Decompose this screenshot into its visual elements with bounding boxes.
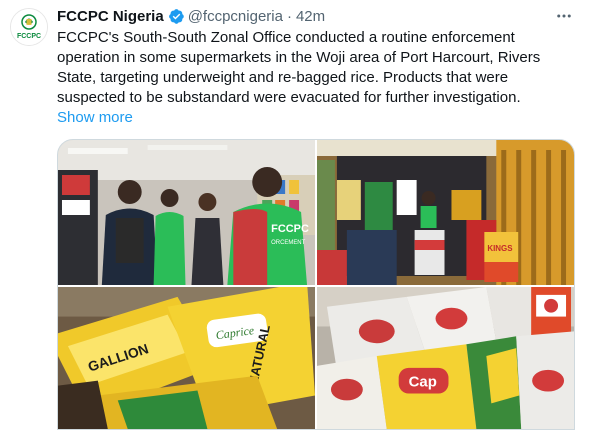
photo-rice-bags-closeup[interactable]: GALLION Caprice NATURAL bbox=[58, 287, 315, 429]
vest-text: FCCPC bbox=[271, 223, 309, 235]
separator-dot: · bbox=[286, 7, 292, 25]
author-handle[interactable]: @fccpcnigeria bbox=[188, 8, 283, 25]
show-more-link[interactable]: Show more bbox=[57, 108, 133, 128]
tweet-text: FCCPC's South-South Zonal Office conduct… bbox=[57, 29, 541, 106]
evacuated-rice-bags-image: Cap bbox=[317, 287, 574, 429]
photo-shop-front[interactable]: KINGS bbox=[317, 140, 574, 285]
more-options-button[interactable] bbox=[553, 5, 575, 27]
bag-brand-cap: Cap bbox=[409, 375, 437, 391]
tweet-header: FCCPC Nigeria @fccpcnigeria · 42m bbox=[57, 6, 551, 26]
fccpc-logo-icon: FCCPC bbox=[11, 9, 47, 45]
photo-officers-supermarket[interactable]: FCCPC ORCEMENT bbox=[58, 140, 315, 285]
avatar[interactable]: FCCPC bbox=[10, 8, 48, 46]
more-options-icon bbox=[557, 14, 571, 18]
carton-text: KINGS bbox=[487, 244, 512, 253]
author-name[interactable]: FCCPC Nigeria bbox=[57, 8, 164, 25]
rice-bags-closeup-image: GALLION Caprice NATURAL bbox=[58, 287, 315, 429]
avatar-text: FCCPC bbox=[17, 33, 41, 40]
verified-badge-icon bbox=[168, 8, 184, 24]
tweet-timestamp[interactable]: 42m bbox=[296, 8, 325, 25]
vest-subtext: ORCEMENT bbox=[271, 240, 305, 246]
officers-in-supermarket-image: FCCPC ORCEMENT bbox=[58, 140, 315, 285]
shop-front-goods-image: KINGS bbox=[317, 140, 574, 285]
media-grid: FCCPC ORCEMENT KINGS GALLION Caprice NAT… bbox=[57, 139, 575, 430]
photo-evacuated-rice-bags[interactable]: Cap bbox=[317, 287, 574, 429]
